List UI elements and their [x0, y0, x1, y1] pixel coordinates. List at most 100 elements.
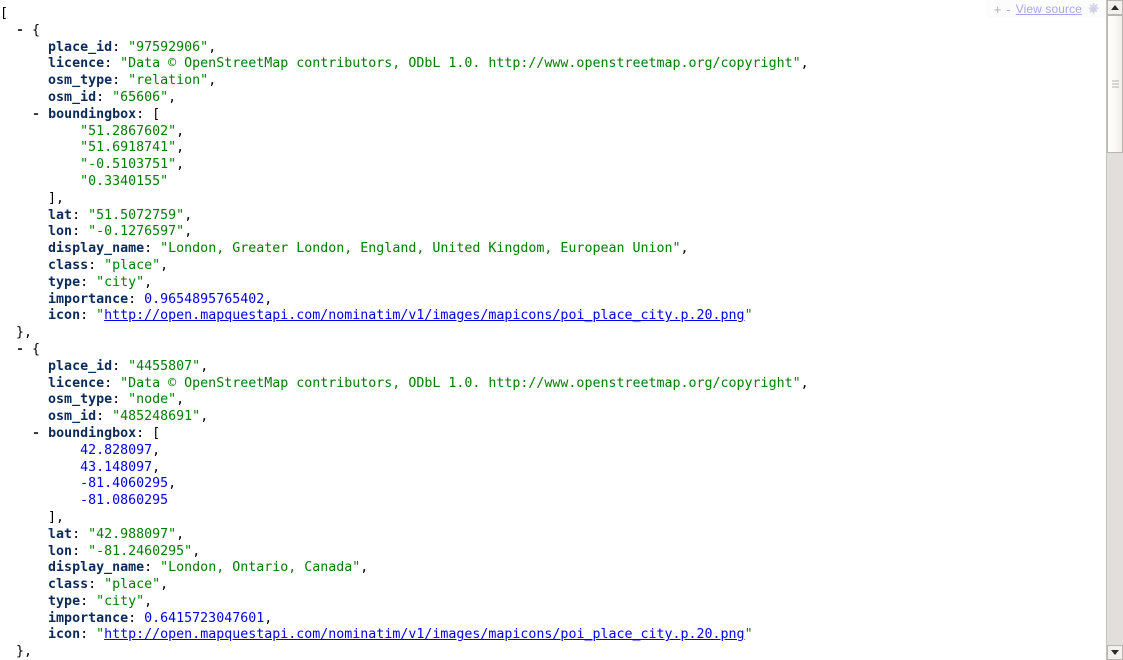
json-key: osm_type: [48, 392, 113, 408]
json-key: osm_type: [48, 73, 113, 89]
json-string-value: "London, Ontario, Canada": [160, 560, 361, 576]
json-string-value: "-0.1276597": [88, 224, 185, 240]
json-line: - {: [16, 341, 41, 357]
json-line: type: "city",: [48, 593, 153, 609]
json-key: boundingbox: [48, 425, 137, 441]
json-key: lat: [48, 207, 73, 223]
json-line: importance: 0.9654895765402,: [48, 291, 273, 307]
json-line: display_name: "London, Greater London, E…: [48, 241, 689, 257]
json-string-value: "-0.5103751": [80, 157, 177, 173]
collapse-toggle[interactable]: -: [32, 107, 40, 122]
json-string-value: "London, Greater London, England, United…: [160, 241, 681, 257]
json-string-value: "city": [96, 274, 145, 290]
json-number-value: -81.0860295: [80, 493, 169, 509]
json-key: lat: [48, 526, 73, 542]
json-line: -81.4060295,: [80, 476, 177, 492]
json-line: licence: "Data © OpenStreetMap contribut…: [48, 375, 809, 391]
json-line: "-0.5103751",: [80, 157, 185, 173]
json-line: display_name: "London, Ontario, Canada",: [48, 560, 369, 576]
json-line: "51.6918741",: [80, 140, 185, 156]
json-string-value: "place": [104, 577, 161, 593]
json-number-value: 42.828097: [80, 442, 153, 458]
json-line: },: [16, 644, 33, 660]
json-key: osm_id: [48, 409, 97, 425]
expand-all-button[interactable]: +: [994, 3, 1002, 16]
json-key: boundingbox: [48, 106, 137, 122]
json-number-value: 0.6415723047601: [144, 610, 265, 626]
json-key: type: [48, 593, 81, 609]
json-key: lon: [48, 543, 73, 559]
json-string-value: "-81.2460295": [88, 543, 193, 559]
json-string-value: "city": [96, 593, 145, 609]
json-line: licence: "Data © OpenStreetMap contribut…: [48, 56, 809, 72]
json-viewer: [ - { place_id: "97592906", licence: "Da…: [0, 0, 1123, 660]
json-key: type: [48, 274, 81, 290]
json-key: class: [48, 257, 89, 273]
json-line: 43.148097,: [80, 459, 161, 475]
gear-icon[interactable]: [1087, 2, 1100, 16]
json-line: importance: 0.6415723047601,: [48, 610, 273, 626]
json-string-value: "place": [104, 257, 161, 273]
json-line: [: [0, 6, 9, 21]
scroll-down-arrow[interactable]: [1107, 645, 1123, 660]
json-viewer-toolbar: + - View source: [985, 0, 1106, 18]
json-key: importance: [48, 291, 129, 307]
json-string-value: "51.2867602": [80, 123, 177, 139]
json-string-value: "0.3340155": [80, 173, 169, 189]
json-url-link[interactable]: http://open.mapquestapi.com/nominatim/v1…: [104, 308, 744, 323]
json-key: place_id: [48, 39, 113, 55]
json-key: icon: [48, 308, 81, 324]
json-key: lon: [48, 224, 73, 240]
json-string-value: "relation": [128, 73, 209, 89]
json-key: display_name: [48, 560, 145, 576]
scroll-thumb-grip: [1112, 79, 1119, 90]
json-key: licence: [48, 56, 105, 72]
json-line: icon: "http://open.mapquestapi.com/nomin…: [48, 308, 753, 324]
json-key: importance: [48, 610, 129, 626]
json-line: - boundingbox: [: [32, 425, 161, 441]
json-line: osm_type: "node",: [48, 392, 185, 408]
json-line: - boundingbox: [: [32, 106, 161, 122]
json-line: 42.828097,: [80, 442, 161, 458]
json-string-value: "51.5072759": [88, 207, 185, 223]
json-string-value: "Data © OpenStreetMap contributors, ODbL…: [120, 375, 801, 391]
json-key: class: [48, 577, 89, 593]
json-line: ],: [48, 509, 65, 525]
json-line: -81.0860295: [0, 493, 1106, 510]
json-lines: [ - { place_id: "97592906", licence: "Da…: [0, 0, 1106, 660]
collapse-toggle[interactable]: -: [32, 426, 40, 441]
json-line: lat: "51.5072759",: [48, 207, 193, 223]
json-key: licence: [48, 375, 105, 391]
json-line: place_id: "97592906",: [48, 39, 217, 55]
json-content-panel[interactable]: [ - { place_id: "97592906", licence: "Da…: [0, 0, 1106, 660]
json-string-value: "51.6918741": [80, 140, 177, 156]
json-line: class: "place",: [48, 577, 169, 593]
vertical-scrollbar[interactable]: [1106, 0, 1123, 660]
json-string-value: "485248691": [112, 409, 201, 425]
view-source-link[interactable]: View source: [1016, 2, 1082, 16]
json-string-value: "Data © OpenStreetMap contributors, ODbL…: [120, 56, 801, 72]
json-line: osm_type: "relation",: [48, 73, 217, 89]
json-string-value: "65606": [112, 89, 169, 105]
collapse-toggle[interactable]: -: [16, 23, 24, 38]
json-line: lon: "-0.1276597",: [48, 224, 193, 240]
json-line: osm_id: "65606",: [48, 89, 177, 105]
json-string-value: "node": [128, 392, 177, 408]
collapse-all-button[interactable]: -: [1006, 3, 1010, 16]
json-number-value: 43.148097: [80, 459, 153, 475]
scroll-up-arrow[interactable]: [1107, 0, 1123, 15]
json-line: "51.2867602",: [80, 123, 185, 139]
json-line: type: "city",: [48, 274, 153, 290]
json-line: class: "place",: [48, 257, 169, 273]
json-number-value: 0.9654895765402: [144, 291, 265, 307]
json-string-value: "42.988097": [88, 526, 177, 542]
json-key: place_id: [48, 358, 113, 374]
collapse-toggle[interactable]: -: [16, 342, 24, 357]
json-line: - {: [16, 22, 41, 38]
json-key: icon: [48, 627, 81, 643]
json-url-link[interactable]: http://open.mapquestapi.com/nominatim/v1…: [104, 627, 744, 642]
json-key: display_name: [48, 241, 145, 257]
json-number-value: -81.4060295: [80, 476, 169, 492]
json-line: osm_id: "485248691",: [48, 409, 209, 425]
scroll-thumb[interactable]: [1107, 15, 1123, 153]
